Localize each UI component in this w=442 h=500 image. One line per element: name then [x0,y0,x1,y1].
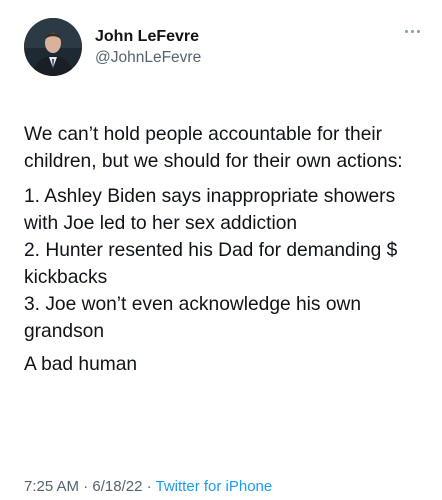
tweet-header: John LeFevre @JohnLeFevre [24,18,201,76]
tweet-source-link[interactable]: Twitter for iPhone [156,478,273,495]
avatar[interactable] [24,18,82,76]
tweet-closing: A bad human [24,354,138,375]
tweet-point: 3. Joe won’t even acknowledge his own gr… [24,294,362,342]
meta-separator: · [83,478,89,495]
tweet-intro: We can’t hold people accountable for the… [24,124,403,172]
tweet-meta: 7:25 AM · 6/18/22 · Twitter for iPhone [24,478,272,495]
tweet-time[interactable]: 7:25 AM [24,478,79,495]
tweet-point: 2. Hunter resented his Dad for demanding… [24,240,398,288]
tweet-body: We can’t hold people accountable for the… [24,121,429,378]
author-display-name[interactable]: John LeFevre [95,27,201,47]
author-handle[interactable]: @JohnLeFevre [95,48,201,68]
more-dot [417,30,420,33]
tweet-card: John LeFevre @JohnLeFevre We can’t hold … [0,0,442,500]
tweet-point: 1. Ashley Biden says inappropriate showe… [24,186,396,234]
more-dot [405,30,408,33]
author-names: John LeFevre @JohnLeFevre [95,27,201,68]
avatar-image [24,18,82,76]
more-dot [411,30,414,33]
more-options-icon[interactable] [405,30,420,33]
tweet-date[interactable]: 6/18/22 [92,478,142,495]
meta-separator: · [146,478,152,495]
